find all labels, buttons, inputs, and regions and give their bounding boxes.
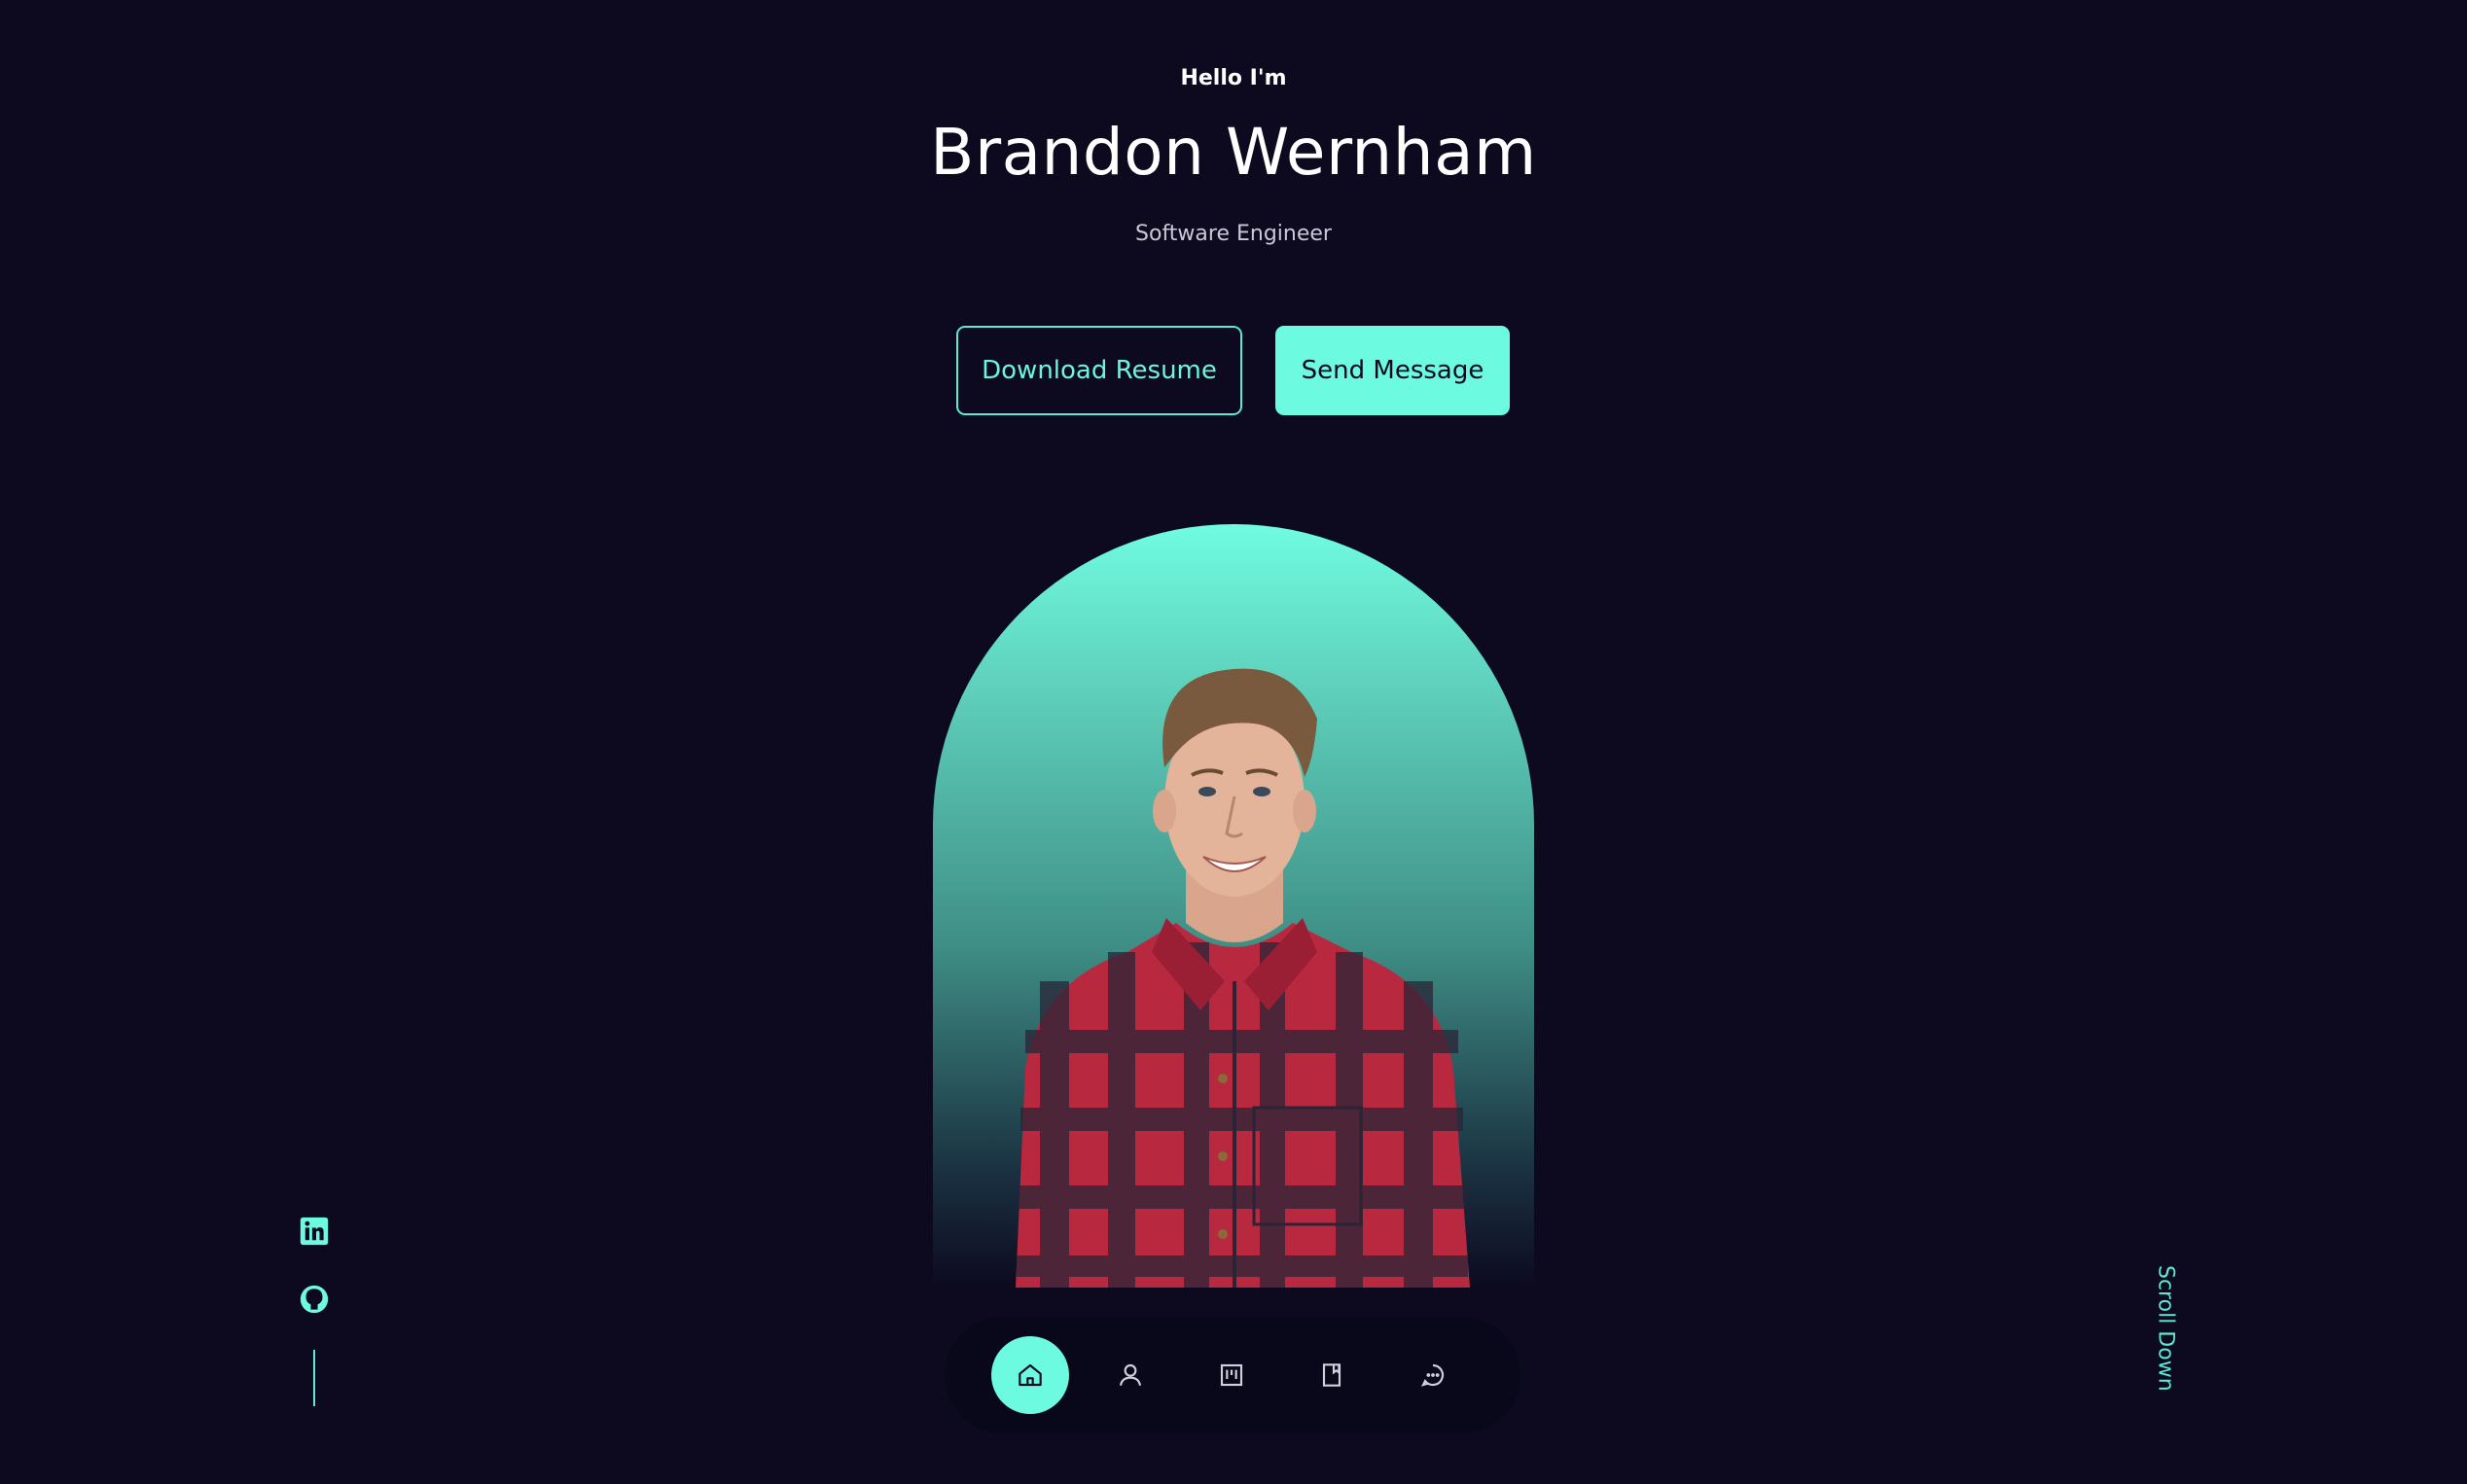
greeting-text: Hello I'm (1180, 66, 1287, 90)
nav-home[interactable] (991, 1336, 1069, 1414)
job-title: Software Engineer (1135, 222, 1332, 246)
linkedin-icon (300, 1217, 329, 1246)
book-icon (1322, 1363, 1341, 1387)
social-divider (313, 1350, 315, 1406)
github-link[interactable] (298, 1283, 331, 1316)
chat-icon (1420, 1363, 1445, 1387)
scroll-down-link[interactable]: Scroll Down (2148, 1264, 2183, 1393)
user-icon (1119, 1363, 1142, 1386)
portrait-image (1016, 668, 1470, 1288)
home-icon (1019, 1363, 1042, 1387)
linkedin-link[interactable] (298, 1215, 331, 1248)
send-message-button[interactable]: Send Message (1275, 326, 1510, 415)
nav-about[interactable] (1091, 1336, 1169, 1414)
projects-icon (1220, 1363, 1243, 1387)
nav-resume[interactable] (1293, 1336, 1371, 1414)
bottom-nav (945, 1317, 1520, 1433)
hero-section: Hello I'm Brandon Wernham Software Engin… (0, 0, 2467, 1484)
download-resume-button[interactable]: Download Resume (956, 326, 1242, 415)
portrait-frame (933, 524, 1534, 1288)
github-icon (300, 1285, 329, 1314)
nav-projects[interactable] (1193, 1336, 1270, 1414)
nav-contact[interactable] (1394, 1336, 1472, 1414)
page-title: Brandon Wernham (930, 115, 1537, 190)
